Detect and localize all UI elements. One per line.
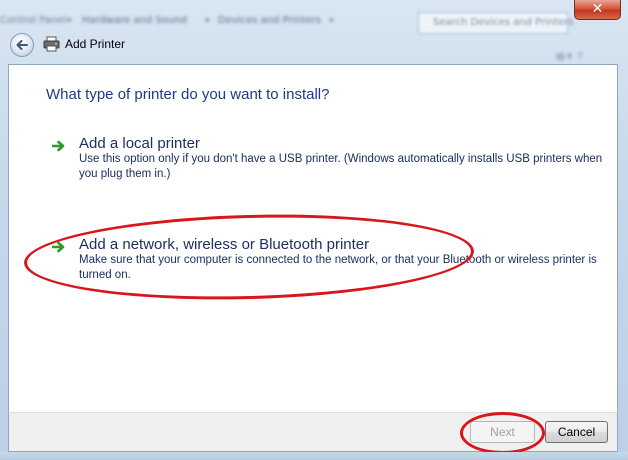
option-description: Make sure that your computer is connecte… — [79, 254, 597, 281]
view-options-icon[interactable]: ▤ ▾ ? — [556, 52, 606, 64]
green-arrow-icon — [52, 241, 65, 253]
search-input[interactable]: Search Devices and Printers — [418, 12, 574, 34]
breadcrumb-item-control-panel[interactable]: Control Panel — [0, 15, 66, 26]
page-title: What type of printer do you want to inst… — [46, 86, 330, 103]
option-description: Use this option only if you don't have a… — [79, 153, 603, 180]
breadcrumb-item-devices[interactable]: Devices and Printers — [218, 15, 321, 26]
printer-icon — [43, 36, 60, 52]
close-button[interactable]: ✕ — [574, 0, 621, 20]
breadcrumb-separator-icon: ▸ — [330, 15, 335, 24]
breadcrumb-separator-icon: ▸ — [206, 15, 211, 24]
option-title[interactable]: Add a network, wireless or Bluetooth pri… — [79, 236, 369, 253]
green-arrow-icon — [52, 140, 65, 152]
search-placeholder: Search Devices and Printers — [433, 17, 574, 28]
close-icon: ✕ — [591, 1, 604, 17]
window-bottom-edge — [0, 452, 628, 460]
breadcrumb-separator-icon: ▸ — [68, 15, 73, 24]
option-title[interactable]: Add a local printer — [79, 135, 200, 152]
back-button[interactable] — [10, 33, 34, 57]
back-arrow-icon — [16, 40, 28, 50]
next-button[interactable]: Next — [470, 421, 535, 443]
breadcrumb-item-hardware[interactable]: Hardware and Sound — [82, 15, 187, 26]
cancel-button[interactable]: Cancel — [545, 421, 608, 443]
window-title: Add Printer — [65, 37, 126, 51]
